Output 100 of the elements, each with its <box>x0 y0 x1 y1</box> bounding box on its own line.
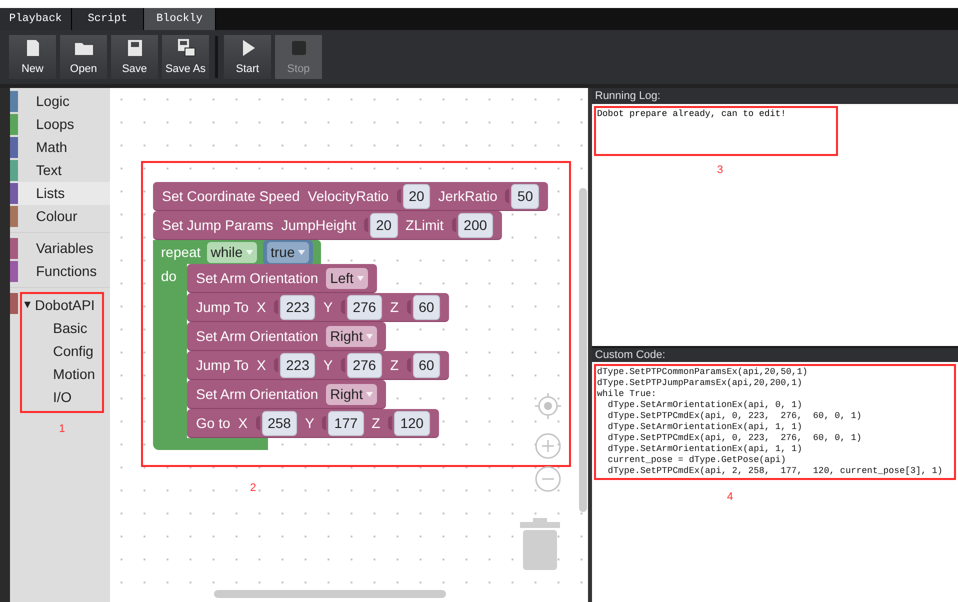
code-line: dType.SetPTPCmdEx(api, 0, 223, 276, 60, 0, 1) <box>606 433 863 444</box>
toolbar-button[interactable]: New <box>9 35 56 79</box>
code-line: dType.SetArmOrientationEx(api, 1, 1) <box>606 444 804 455</box>
block-label: Y <box>323 356 333 374</box>
code-line: dType.SetPTPCmdEx(api, 2, 258, 177, 120, current_pose[3], 1) <box>606 466 944 477</box>
block-label: Jump To <box>196 356 249 375</box>
caret-icon <box>366 392 373 396</box>
horizontal-scrollbar[interactable] <box>214 590 446 598</box>
zoom-in-icon[interactable] <box>534 432 562 460</box>
command-block[interactable]: Go to X 258 Y 177 Z 120 <box>187 409 439 438</box>
dropdown-field[interactable]: Right <box>326 384 377 404</box>
zoom-out-icon[interactable] <box>534 465 562 493</box>
block-label: ZLimit <box>406 216 444 234</box>
annotation-number: 3 <box>716 164 724 176</box>
category-item[interactable]: Lists <box>10 182 110 205</box>
number-input[interactable]: 223 <box>280 352 316 378</box>
code-line: current_pose = dType.GetPose(api) <box>606 455 788 466</box>
block-label: do <box>161 268 177 284</box>
toolbar-button[interactable]: Start <box>224 35 271 79</box>
command-block[interactable]: Set Jump Params JumpHeight 20 ZLimit 200 <box>153 211 502 240</box>
number-input[interactable]: 50 <box>511 184 539 208</box>
caret-icon <box>366 334 373 338</box>
repeat-block-header[interactable]: repeat while true <box>153 240 321 264</box>
save-as-icon <box>176 38 196 58</box>
command-block[interactable]: Set Arm Orientation Right <box>187 322 386 351</box>
annotation-number: 1 <box>58 423 66 435</box>
block-label: X <box>256 356 266 374</box>
number-input[interactable]: 200 <box>458 212 494 238</box>
block-label: VelocityRatio <box>308 186 389 206</box>
number-input[interactable]: 60 <box>412 352 440 378</box>
block-label: JerkRatio <box>438 186 498 206</box>
panel-header: Running Log: <box>592 88 958 104</box>
block-label: Set Coordinate Speed <box>162 186 300 206</box>
number-input[interactable]: 120 <box>394 410 430 436</box>
code-line: dType.SetArmOrientationEx(api, 0, 1) <box>606 400 804 411</box>
subcategory-item[interactable]: Config <box>22 340 102 363</box>
dropdown-field[interactable]: Right <box>326 326 377 346</box>
category-item[interactable]: Loops <box>10 113 110 136</box>
block-label: Set Arm Orientation <box>196 326 318 346</box>
tab[interactable]: Playback <box>0 8 72 30</box>
block-label: Go to <box>196 414 230 432</box>
block-label: X <box>256 298 266 316</box>
command-block[interactable]: Set Arm Orientation Right <box>187 380 386 409</box>
subcategory-item[interactable]: Motion <box>22 363 102 386</box>
block-label: Y <box>323 298 333 316</box>
code-line: dType.SetPTPCommonParamsEx(api,20,50,1) <box>597 367 809 378</box>
panel-header: Custom Code: <box>592 346 958 362</box>
block-label: Set Jump Params <box>162 216 274 235</box>
category-item[interactable]: ▼DobotAPI <box>22 294 102 317</box>
block-label: Y <box>304 414 314 432</box>
log-line: Dobot prepare already, can to edit! <box>597 108 788 121</box>
category-item[interactable]: Text <box>10 159 110 182</box>
block-label: Z <box>390 298 399 316</box>
recenter-icon[interactable] <box>534 392 562 420</box>
number-input[interactable]: 258 <box>262 410 297 436</box>
command-block[interactable]: Jump To X 223 Y 276 Z 60 <box>187 351 450 380</box>
subcategory-item[interactable]: I/O <box>22 386 102 409</box>
category-item[interactable]: Math <box>10 136 110 159</box>
annotation-number: 4 <box>726 491 734 503</box>
dropdown-field[interactable]: Left <box>326 268 368 288</box>
toggle-icon[interactable]: ▼ <box>22 297 33 314</box>
code-line: dType.SetPTPCmdEx(api, 0, 223, 276, 60, 0, 1) <box>606 411 863 422</box>
number-input[interactable]: 223 <box>280 294 316 320</box>
caret-icon <box>356 276 364 280</box>
category-item[interactable]: Variables <box>10 237 110 260</box>
vertical-scrollbar[interactable] <box>579 188 587 512</box>
toolbar-button[interactable]: Open <box>60 35 107 79</box>
code-line: dType.SetPTPJumpParamsEx(api,20,200,1) <box>597 378 804 389</box>
block-label: Set Arm Orientation <box>196 268 318 288</box>
code-line: while True: <box>597 389 658 400</box>
toolbar-button[interactable]: Save As <box>162 35 209 79</box>
number-input[interactable]: 20 <box>370 212 398 238</box>
caret-icon <box>246 250 253 254</box>
tab[interactable]: Blockly <box>144 8 216 30</box>
number-input[interactable]: 276 <box>346 294 382 320</box>
trash-icon[interactable] <box>520 518 560 570</box>
tab[interactable]: Script <box>72 8 144 30</box>
category-item[interactable]: Functions <box>10 260 110 283</box>
block-label: JumpHeight <box>281 216 356 235</box>
command-block[interactable]: Set Coordinate Speed VelocityRatio 20 JerkRatio 50 <box>153 182 548 211</box>
code-line: dType.SetArmOrientationEx(api, 1, 1) <box>606 422 804 433</box>
block-label: Jump To <box>196 298 249 317</box>
number-input[interactable]: 20 <box>402 184 430 208</box>
category-item[interactable]: Logic <box>10 90 110 113</box>
block-label: Set Arm Orientation <box>196 384 318 404</box>
caret-icon <box>298 250 305 254</box>
subcategory-item[interactable]: Basic <box>22 317 102 340</box>
block-label: Z <box>390 356 399 374</box>
value-block[interactable]: true <box>262 240 313 264</box>
block-label: Z <box>372 414 380 432</box>
command-block[interactable]: Set Arm Orientation Left <box>187 264 377 293</box>
number-input[interactable]: 60 <box>412 294 440 320</box>
dropdown-field[interactable]: true <box>266 242 309 262</box>
dropdown-field[interactable]: while <box>206 242 257 262</box>
toolbar-button[interactable]: Save <box>111 35 158 79</box>
category-item[interactable]: Colour <box>10 205 110 228</box>
command-block[interactable]: Jump To X 223 Y 276 Z 60 <box>187 293 450 322</box>
annotation-number: 2 <box>250 482 256 494</box>
number-input[interactable]: 177 <box>328 410 364 436</box>
number-input[interactable]: 276 <box>346 352 382 378</box>
